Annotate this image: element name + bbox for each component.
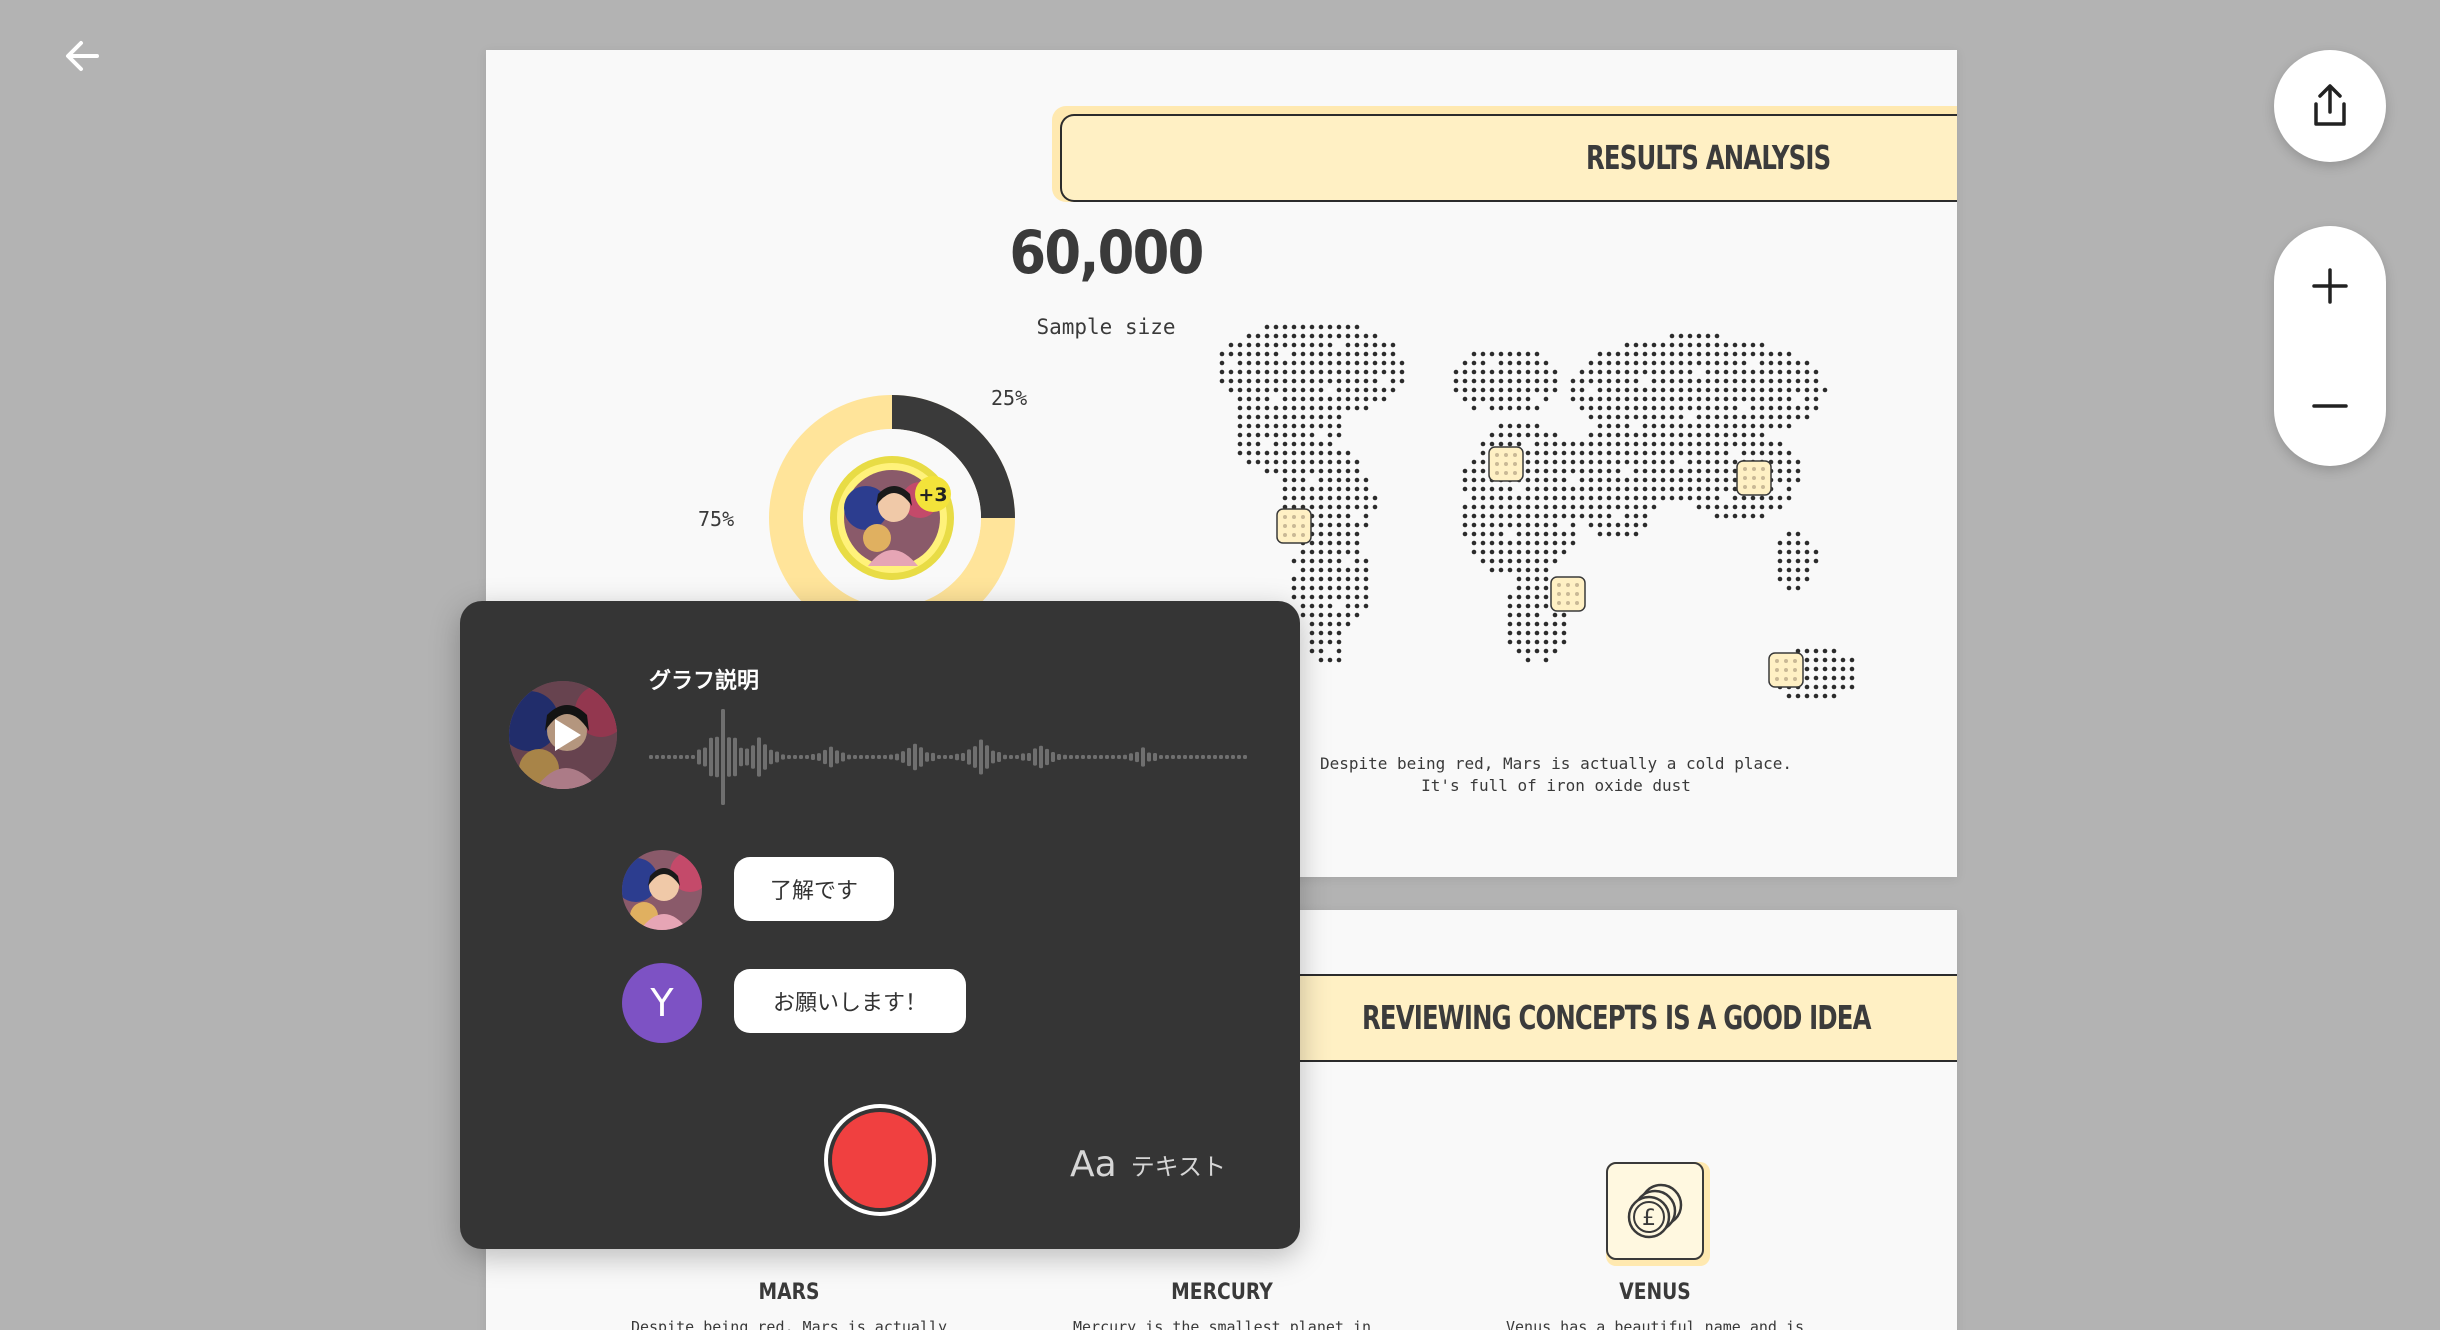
text-mode-label: テキスト xyxy=(1130,1152,1226,1181)
donut-label-25: 25% xyxy=(991,386,1028,410)
message-avatar-y: Y xyxy=(622,963,702,1043)
record-button[interactable] xyxy=(824,1104,936,1216)
arrow-left-icon xyxy=(66,41,99,71)
venus-icon-box: £ xyxy=(1606,1162,1704,1260)
back-button[interactable] xyxy=(56,30,108,82)
planet-name-mercury: MERCURY xyxy=(1171,1280,1273,1305)
map-marker[interactable] xyxy=(1550,576,1586,612)
sample-size-value: 60,000 xyxy=(1009,218,1204,288)
play-icon xyxy=(555,719,581,751)
svg-text:£: £ xyxy=(1642,1206,1656,1231)
zoom-controls xyxy=(2274,226,2386,466)
zoom-in-button[interactable] xyxy=(2274,226,2386,346)
voice-comment-panel: グラフ説明 了解です Y お願いします！ Aa テキスト xyxy=(460,601,1300,1249)
zoom-out-button[interactable] xyxy=(2274,346,2386,466)
minus-icon xyxy=(2312,404,2348,408)
share-icon xyxy=(2314,84,2346,126)
plus-icon xyxy=(2312,268,2348,304)
avatar-badge: +3 xyxy=(918,484,947,506)
coins-pound-icon: £ xyxy=(1627,1183,1683,1239)
message-bubble-2: お願いします！ xyxy=(734,969,966,1033)
map-marker[interactable] xyxy=(1736,460,1772,496)
map-caption: Despite being red, Mars is actually a co… xyxy=(1319,754,1792,795)
record-dot xyxy=(832,1112,928,1208)
message-avatar-photo xyxy=(622,850,702,930)
message-bubble-1: 了解です xyxy=(734,857,894,921)
planet-name-mars: MARS xyxy=(758,1280,820,1305)
record-button-gap xyxy=(828,1108,932,1212)
planet-desc-mercury: Mercury is the smallest planet in our xyxy=(1072,1318,1371,1330)
audio-waveform[interactable] xyxy=(649,707,1249,807)
text-mode-icon: Aa xyxy=(1070,1143,1117,1185)
donut-label-75: 75% xyxy=(698,507,735,531)
play-audio-button[interactable] xyxy=(509,681,617,789)
share-button[interactable] xyxy=(2274,50,2386,162)
results-title: RESULTS ANALYSIS xyxy=(1586,138,1831,177)
planet-name-venus: VENUS xyxy=(1619,1280,1691,1305)
concepts-title: REVIEWING CONCEPTS IS A GOOD IDEA xyxy=(1362,998,1871,1037)
audio-title: グラフ説明 xyxy=(649,669,760,694)
text-mode-button[interactable]: Aa テキスト xyxy=(1070,1139,1226,1189)
map-marker[interactable] xyxy=(1488,446,1524,482)
planet-desc-venus: Venus has a beautiful name and is the xyxy=(1505,1318,1804,1330)
map-marker[interactable] xyxy=(1276,508,1312,544)
planet-desc-mars: Despite being red, Mars is actually a xyxy=(630,1318,948,1330)
map-marker[interactable] xyxy=(1768,652,1804,688)
